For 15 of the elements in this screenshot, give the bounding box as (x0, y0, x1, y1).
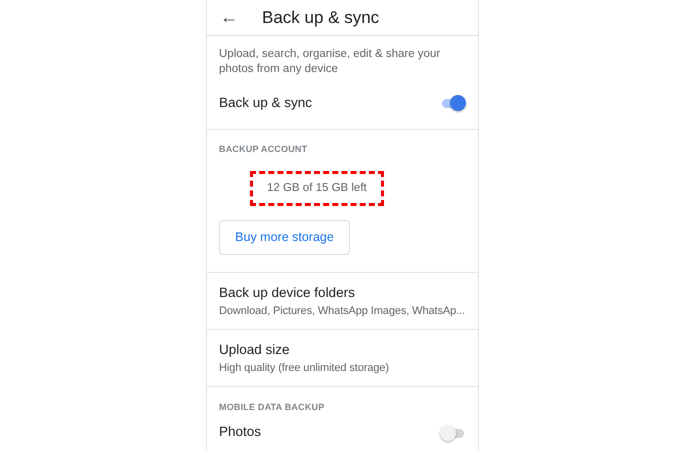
buy-storage-button[interactable]: Buy more storage (219, 220, 350, 255)
toggle-switch[interactable] (440, 424, 466, 442)
setting-label: Back up & sync (219, 94, 312, 112)
toggle-switch[interactable] (440, 94, 466, 112)
setting-label: Photos (219, 423, 262, 442)
section-heading: MOBILE DATA BACKUP (219, 401, 326, 414)
setting-title[interactable]: Back up device folders (219, 282, 466, 303)
description-text: Upload, search, organise, edit & share your photos from any device (219, 47, 442, 77)
back-icon[interactable]: ← (220, 4, 240, 31)
section-heading: BACKUP ACCOUNT (219, 143, 308, 156)
setting-value: High quality (free unlimited storage) (219, 360, 390, 376)
setting-title[interactable]: Upload size (219, 340, 466, 360)
setting-value: Download, Pictures, WhatsApp Images, WhatsAp... (219, 304, 466, 319)
page-title: Back up & sync (262, 6, 380, 29)
storage-text: 12 GB of 15 GB left (250, 170, 384, 206)
